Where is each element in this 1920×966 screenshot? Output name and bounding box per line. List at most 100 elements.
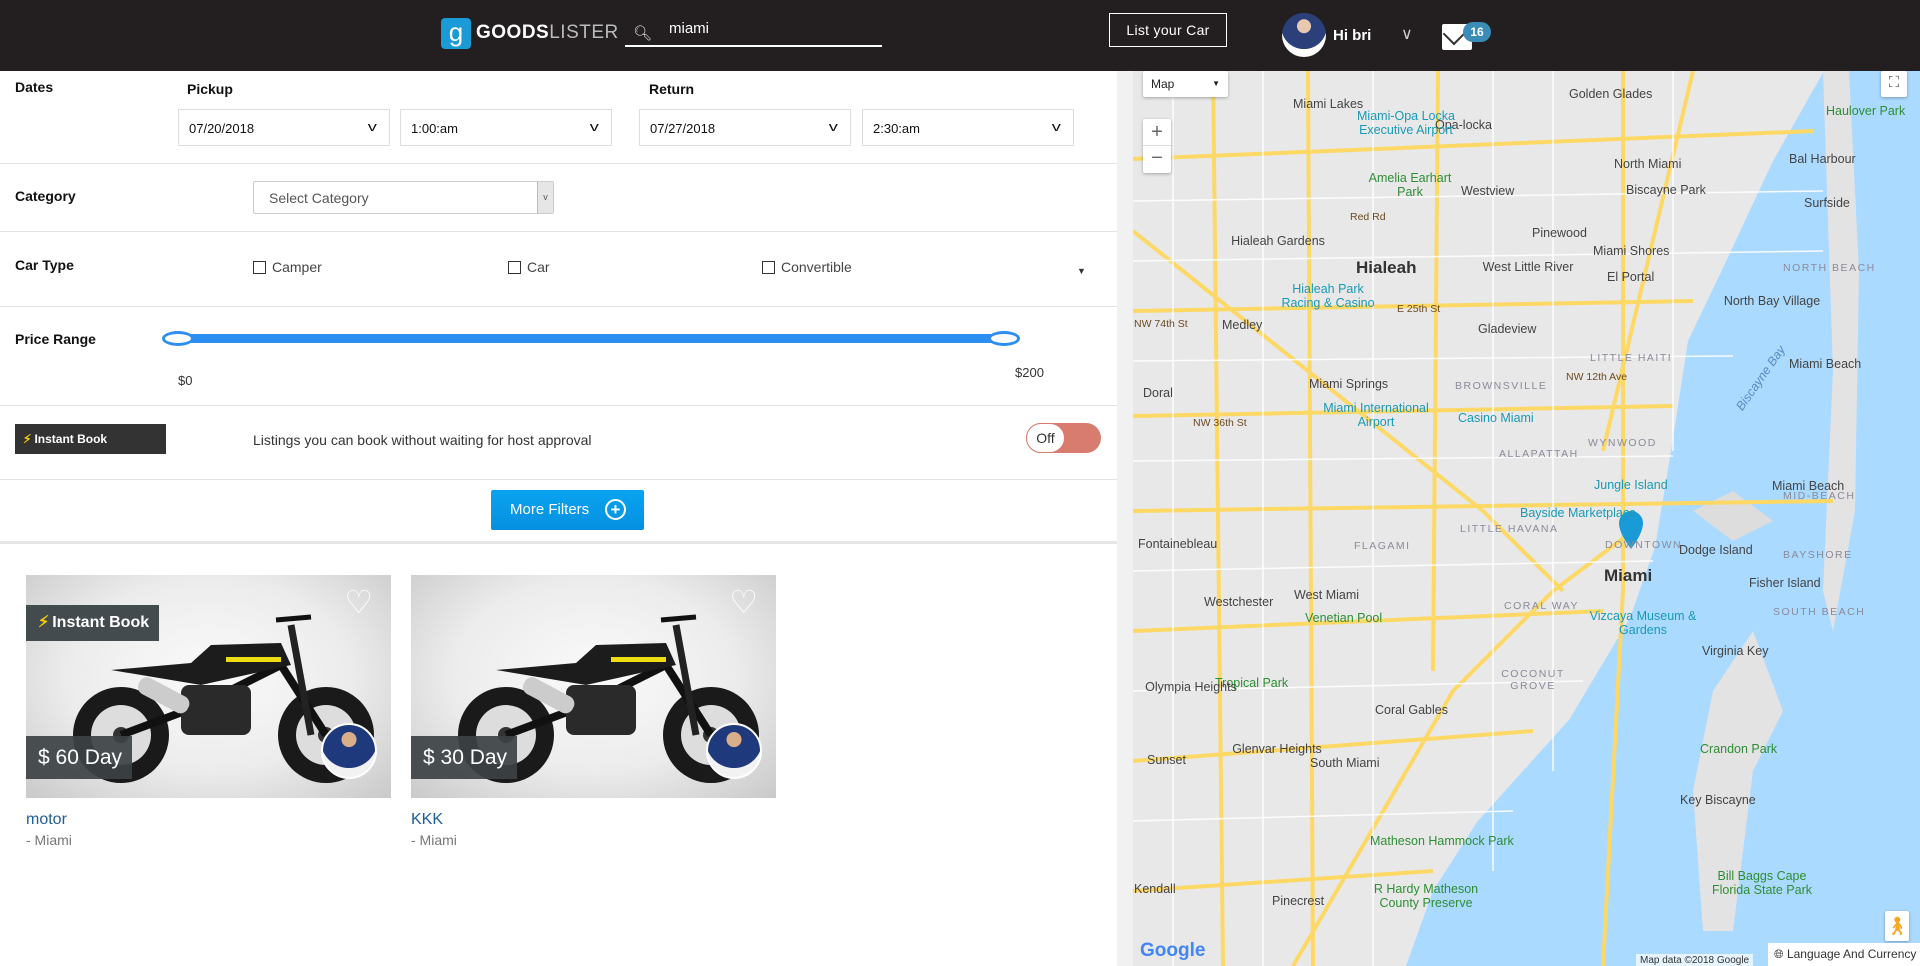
map-label: Miami [1604, 566, 1653, 585]
search-icon: 🔍︎ [633, 25, 653, 42]
car-type-car-checkbox[interactable]: Car [508, 259, 550, 275]
toggle-state: Off [1026, 423, 1065, 453]
scrollbar[interactable] [1117, 71, 1133, 966]
logo-text-light: LISTER [549, 22, 619, 43]
instant-book-description: Listings you can book without waiting fo… [253, 432, 592, 448]
map-label: E 25th St [1397, 303, 1441, 315]
car-type-convertible-checkbox[interactable]: Convertible [762, 259, 852, 275]
map-label: Dodge Island [1679, 543, 1753, 557]
map-label: FLAGAMI [1354, 540, 1411, 552]
map-label: El Portal [1607, 270, 1655, 284]
map-label: North Bay Village [1723, 294, 1821, 308]
map-label: MID-BEACH [1783, 490, 1856, 502]
map-label: ALLAPATTAH [1499, 448, 1579, 460]
map-label: Pinecrest [1272, 894, 1325, 908]
pickup-date-select[interactable]: 07/20/2018 v [178, 109, 390, 146]
more-filters-label: More Filters [510, 501, 590, 518]
language-currency-button[interactable]: 🌐︎ Language And Currency [1768, 943, 1920, 966]
logo[interactable]: GOODSLISTER [476, 22, 619, 44]
map-label: Gladeview [1478, 322, 1537, 336]
heart-icon[interactable]: ♡ [729, 583, 758, 621]
map-label: Bill Baggs Cape Florida State Park [1711, 869, 1813, 898]
map-label: COCONUT GROVE [1501, 668, 1565, 693]
checkbox-icon[interactable] [762, 261, 775, 274]
map-label: Haulover Park [1826, 104, 1906, 118]
map-label: Venetian Pool [1305, 611, 1383, 625]
map-label: Fisher Island [1749, 576, 1821, 590]
list-your-car-button[interactable]: List your Car [1109, 13, 1227, 47]
chevron-down-icon[interactable]: ∨ [1401, 24, 1413, 44]
price-range-slider[interactable] [178, 334, 1004, 343]
divider [0, 405, 1117, 406]
map-label: Doral [1143, 386, 1173, 400]
map-label: Biscayne Park [1626, 183, 1706, 197]
map-label: Casino Miami [1458, 411, 1534, 425]
map-label: Fontainebleau [1138, 537, 1218, 551]
price-max-handle[interactable] [988, 331, 1020, 346]
search-value[interactable]: miami [669, 20, 709, 37]
more-filters-button[interactable]: More Filters + [491, 490, 644, 530]
lightning-icon: ⚡︎ [23, 432, 32, 446]
map-label: Kendall [1134, 882, 1176, 896]
google-logo[interactable]: Google [1140, 940, 1205, 962]
pegman-icon[interactable]: 🚶︎ [1885, 911, 1909, 941]
map-label: Golden Glades [1569, 87, 1653, 101]
divider [0, 163, 1117, 164]
map-label: DOWNTOWN [1605, 539, 1683, 551]
zoom-in-button[interactable]: + [1143, 119, 1171, 146]
map-label: Crandon Park [1700, 742, 1778, 756]
instant-book-label: Instant Book [34, 432, 108, 446]
map[interactable]: Miami Lakes Golden Glades Opa-locka Miami-O… [1133, 71, 1920, 966]
price-min-handle[interactable] [162, 331, 194, 346]
fullscreen-icon[interactable]: ⛶ [1881, 71, 1907, 97]
avatar[interactable] [1282, 13, 1326, 57]
pickup-time-select[interactable]: 1:00:am v [400, 109, 612, 146]
return-time-select[interactable]: 2:30:am v [862, 109, 1074, 146]
map-label: Pinewood [1532, 226, 1587, 240]
instant-book-tag-label: Instant Book [52, 614, 150, 631]
chevron-down-icon: ▼ [1212, 79, 1220, 88]
host-avatar[interactable] [706, 723, 762, 779]
user-greeting[interactable]: Hi bri [1333, 27, 1371, 44]
map-label: Olympia Heights [1145, 680, 1237, 694]
heart-icon[interactable]: ♡ [344, 583, 373, 621]
map-label: Glenvar Heights [1232, 742, 1322, 756]
chevron-down-icon: v [537, 182, 553, 213]
price-max-value: $200 [1015, 365, 1044, 380]
map-label: Vizcaya Museum & Gardens [1589, 609, 1697, 638]
zoom-out-button[interactable]: − [1143, 146, 1171, 173]
map-label: LITTLE HAITI [1590, 352, 1673, 364]
category-label: Category [15, 188, 76, 204]
checkbox-icon[interactable] [253, 261, 266, 274]
return-date-select[interactable]: 07/27/2018 v [639, 109, 851, 146]
host-avatar[interactable] [321, 723, 377, 779]
logo-icon[interactable]: g [441, 18, 471, 49]
map-label: R Hardy Matheson County Preserve [1373, 882, 1479, 911]
pickup-time-value: 1:00:am [411, 121, 458, 136]
listing-card-image[interactable]: ⚡︎ Instant Book ♡ $ 60 Day [26, 575, 391, 798]
map-label: Bal Harbour [1789, 152, 1856, 166]
listing-title[interactable]: motor [26, 811, 67, 829]
map-label: Amelia Earhart Park [1368, 171, 1452, 200]
map-label: Medley [1222, 318, 1263, 332]
map-label: Miami Shores [1593, 244, 1670, 258]
expand-car-types-icon[interactable]: ▼ [1077, 266, 1086, 276]
checkbox-label: Car [527, 259, 550, 275]
listing-title[interactable]: KKK [411, 811, 443, 829]
search-input[interactable]: 🔍︎ miami [625, 14, 882, 47]
chevron-down-icon: v [367, 119, 377, 134]
checkbox-icon[interactable] [508, 261, 521, 274]
instant-book-badge: ⚡︎ Instant Book [15, 424, 166, 454]
chevron-down-icon: v [1051, 119, 1061, 134]
listing-card-image[interactable]: ♡ $ 30 Day [411, 575, 776, 798]
zoom-control: + − [1143, 119, 1171, 173]
car-type-camper-checkbox[interactable]: Camper [253, 259, 322, 275]
map-label: Hialeah Park Racing & Casino [1281, 282, 1375, 311]
map-type-select[interactable]: Map ▼ [1143, 71, 1228, 97]
divider [0, 541, 1117, 544]
map-label: West Miami [1294, 588, 1360, 602]
category-select[interactable]: Select Category v [253, 181, 554, 214]
instant-book-toggle[interactable]: Off [1026, 423, 1101, 453]
map-attribution[interactable]: Map data ©2018 Google [1636, 954, 1754, 966]
dates-label: Dates [15, 79, 54, 95]
